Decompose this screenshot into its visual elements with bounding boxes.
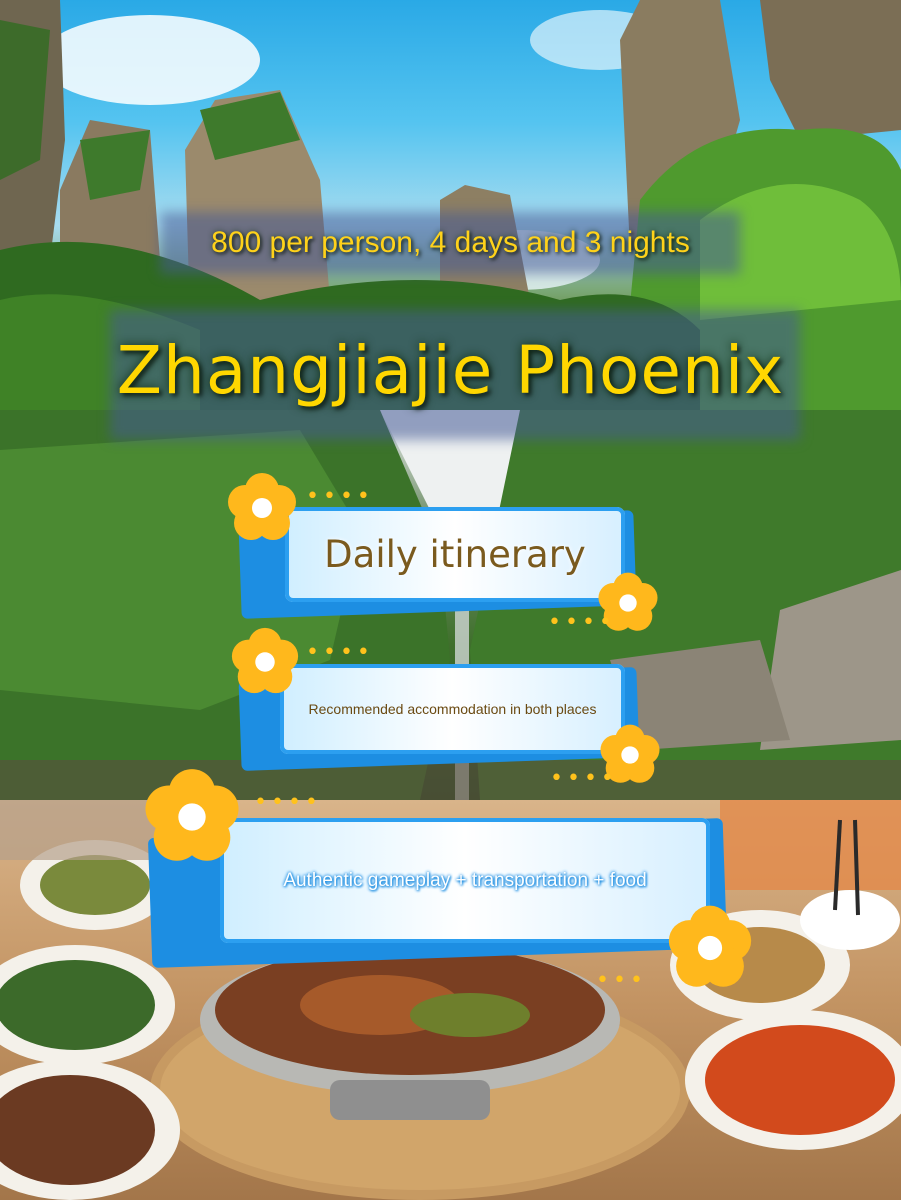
tag-label: Daily itinerary: [324, 533, 586, 576]
dot-decoration: ••••: [306, 640, 374, 665]
flower-icon: [231, 627, 299, 694]
dot-decoration: ••••: [254, 790, 322, 815]
flower-icon: [228, 473, 296, 540]
tag-daily-itinerary: Daily itinerary: [238, 505, 640, 620]
price-line: 800 per person, 4 days and 3 nights: [211, 226, 690, 259]
tag-label: Authentic gameplay + transportation + fo…: [283, 869, 647, 891]
page-title: Zhangjiajie Phoenix: [116, 332, 785, 409]
dot-decoration: ••••: [550, 766, 618, 791]
tag-label: Recommended accommodation in both places: [308, 701, 597, 717]
dot-decoration: ••••: [548, 610, 616, 635]
dot-decoration: ••••: [306, 484, 374, 509]
dot-decoration: •••: [596, 968, 647, 993]
flower-icon: [145, 769, 239, 861]
flower-icon: [668, 905, 752, 987]
